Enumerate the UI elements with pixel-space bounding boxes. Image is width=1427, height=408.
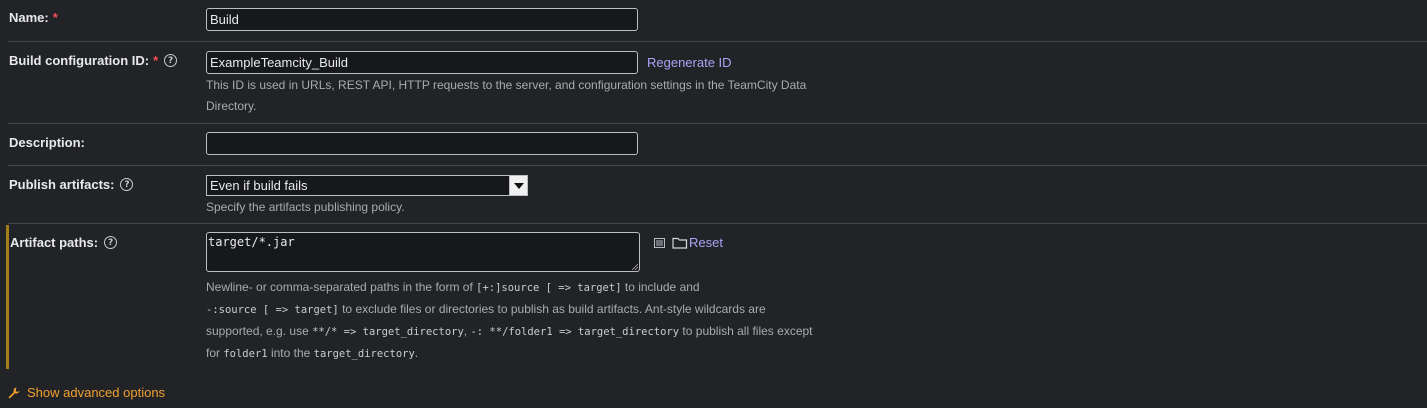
divider bbox=[8, 41, 1427, 42]
publish-label: Publish artifacts: ? bbox=[9, 177, 134, 192]
dropdown-arrow-icon[interactable] bbox=[509, 176, 527, 195]
config-id-input[interactable]: ExampleTeamcity_Build bbox=[206, 51, 638, 74]
divider bbox=[8, 223, 1427, 224]
required-mark: * bbox=[153, 53, 159, 68]
name-label: Name: * bbox=[9, 10, 58, 25]
publish-select[interactable]: Even if build fails bbox=[206, 175, 528, 196]
show-advanced-options-label: Show advanced options bbox=[27, 385, 166, 400]
list-icon[interactable] bbox=[654, 238, 665, 248]
divider bbox=[8, 165, 1427, 166]
config-id-note: This ID is used in URLs, REST API, HTTP … bbox=[206, 78, 807, 113]
folder-icon[interactable] bbox=[672, 236, 688, 249]
wrench-icon bbox=[8, 387, 20, 398]
help-icon[interactable]: ? bbox=[164, 54, 178, 67]
config-id-label: Build configuration ID: * ? bbox=[9, 53, 178, 68]
help-icon[interactable]: ? bbox=[120, 178, 134, 191]
divider bbox=[8, 123, 1427, 124]
artifacts-label: Artifact paths: ? bbox=[10, 235, 118, 250]
name-input[interactable]: Build bbox=[206, 8, 638, 31]
regenerate-id-link[interactable]: Regenerate ID bbox=[647, 55, 732, 70]
publish-note: Specify the artifacts publishing policy. bbox=[206, 200, 405, 214]
description-label: Description: bbox=[9, 135, 85, 150]
reset-link[interactable]: Reset bbox=[689, 235, 723, 250]
modified-indicator-bar bbox=[6, 225, 9, 369]
help-icon[interactable]: ? bbox=[104, 236, 118, 249]
artifact-paths-textarea[interactable]: target/*.jar bbox=[206, 232, 640, 272]
description-input[interactable] bbox=[206, 132, 638, 155]
required-mark: * bbox=[52, 10, 58, 25]
resize-handle-icon[interactable] bbox=[632, 264, 638, 270]
artifacts-note: Newline- or comma-separated paths in the… bbox=[206, 280, 813, 360]
show-advanced-options-link[interactable]: Show advanced options bbox=[7, 385, 165, 400]
